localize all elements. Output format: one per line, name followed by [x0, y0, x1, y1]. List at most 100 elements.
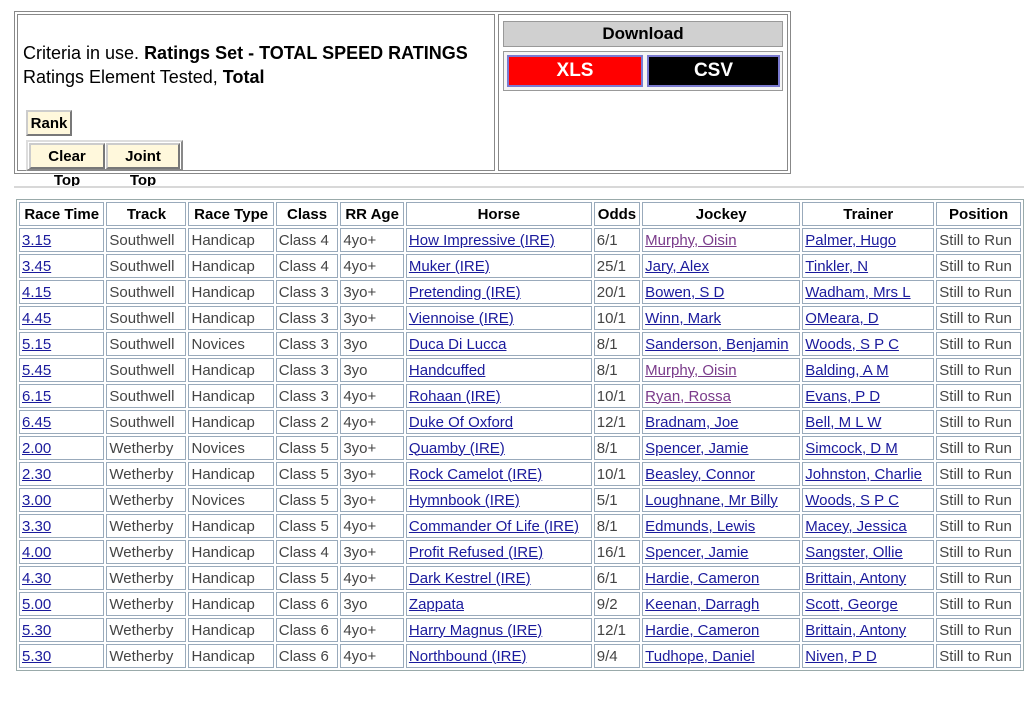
race-time-link[interactable]: 3.15	[22, 232, 51, 249]
race-time-link[interactable]: 3.45	[22, 258, 51, 275]
horse-link[interactable]: Hymnbook (IRE)	[409, 492, 520, 509]
clear-top-button[interactable]: Clear Top	[29, 143, 105, 189]
table-row: 3.00 Wetherby Novices Class 5 3yo+ Hymnbook (…	[19, 488, 1021, 512]
horse-link[interactable]: Dark Kestrel (IRE)	[409, 570, 531, 587]
jockey-link[interactable]: Murphy, Oisin	[645, 362, 736, 379]
trainer-link[interactable]: Simcock, D M	[805, 440, 898, 457]
race-time-link[interactable]: 5.00	[22, 596, 51, 613]
race-time-link[interactable]: 4.00	[22, 544, 51, 561]
header-horse[interactable]: Horse	[405, 202, 592, 226]
race-time-link[interactable]: 4.30	[22, 570, 51, 587]
trainer-cell: Brittain, Antony	[802, 566, 935, 590]
horse-link[interactable]: Quamby (IRE)	[409, 440, 505, 457]
trainer-link[interactable]: Woods, S P C	[805, 336, 899, 353]
trainer-link[interactable]: Woods, S P C	[805, 492, 899, 509]
race-time-link[interactable]: 5.30	[22, 622, 51, 639]
csv-download-button[interactable]: CSV	[647, 55, 780, 87]
trainer-link[interactable]: Tinkler, N	[805, 258, 868, 275]
horse-link[interactable]: Duca Di Lucca	[409, 336, 507, 353]
jockey-link[interactable]: Ryan, Rossa	[645, 388, 731, 405]
trainer-link[interactable]: Johnston, Charlie	[805, 466, 922, 483]
jockey-link[interactable]: Spencer, Jamie	[645, 440, 748, 457]
position-cell: Still to Run	[936, 540, 1021, 564]
jockey-link[interactable]: Loughnane, Mr Billy	[645, 492, 778, 509]
horse-link[interactable]: Viennoise (IRE)	[409, 310, 514, 327]
race-time-link[interactable]: 5.30	[22, 648, 51, 665]
trainer-link[interactable]: Palmer, Hugo	[805, 232, 896, 249]
race-time-link[interactable]: 4.15	[22, 284, 51, 301]
header-race-time[interactable]: Race Time	[19, 202, 105, 226]
race-time-link[interactable]: 3.30	[22, 518, 51, 535]
position-cell: Still to Run	[936, 254, 1021, 278]
trainer-link[interactable]: Wadham, Mrs L	[805, 284, 910, 301]
header-trainer[interactable]: Trainer	[802, 202, 935, 226]
horse-link[interactable]: Northbound (IRE)	[409, 648, 527, 665]
race-time-link[interactable]: 2.00	[22, 440, 51, 457]
trainer-link[interactable]: Brittain, Antony	[805, 622, 906, 639]
trainer-link[interactable]: Brittain, Antony	[805, 570, 906, 587]
horse-link[interactable]: How Impressive (IRE)	[409, 232, 555, 249]
horse-cell: Hymnbook (IRE)	[405, 488, 592, 512]
trainer-link[interactable]: Balding, A M	[805, 362, 888, 379]
position-cell: Still to Run	[936, 514, 1021, 538]
horse-link[interactable]: Duke Of Oxford	[409, 414, 513, 431]
joint-top-button[interactable]: Joint Top	[106, 143, 180, 189]
jockey-link[interactable]: Tudhope, Daniel	[645, 648, 755, 665]
track-cell: Wetherby	[106, 514, 187, 538]
jockey-link[interactable]: Winn, Mark	[645, 310, 721, 327]
race-time-link[interactable]: 5.45	[22, 362, 51, 379]
trainer-cell: Brittain, Antony	[802, 618, 935, 642]
horse-link[interactable]: Handcuffed	[409, 362, 485, 379]
jockey-link[interactable]: Hardie, Cameron	[645, 570, 759, 587]
trainer-link[interactable]: OMeara, D	[805, 310, 878, 327]
header-class[interactable]: Class	[275, 202, 339, 226]
header-jockey[interactable]: Jockey	[642, 202, 801, 226]
trainer-link[interactable]: Sangster, Ollie	[805, 544, 903, 561]
trainer-link[interactable]: Scott, George	[805, 596, 898, 613]
class-cell: Class 3	[275, 306, 339, 330]
rank-button[interactable]: Rank	[26, 110, 72, 136]
jockey-link[interactable]: Beasley, Connor	[645, 466, 755, 483]
jockey-link[interactable]: Hardie, Cameron	[645, 622, 759, 639]
header-rr-age[interactable]: RR Age	[340, 202, 404, 226]
race-type-cell: Handicap	[188, 358, 274, 382]
horse-link[interactable]: Zappata	[409, 596, 464, 613]
race-time-link[interactable]: 3.00	[22, 492, 51, 509]
race-time-link[interactable]: 6.15	[22, 388, 51, 405]
horse-cell: Muker (IRE)	[405, 254, 592, 278]
jockey-link[interactable]: Sanderson, Benjamin	[645, 336, 788, 353]
header-position[interactable]: Position	[936, 202, 1021, 226]
horse-link[interactable]: Harry Magnus (IRE)	[409, 622, 542, 639]
race-type-cell: Novices	[188, 436, 274, 460]
trainer-link[interactable]: Niven, P D	[805, 648, 876, 665]
horse-link[interactable]: Muker (IRE)	[409, 258, 490, 275]
header-race-type[interactable]: Race Type	[188, 202, 274, 226]
jockey-link[interactable]: Spencer, Jamie	[645, 544, 748, 561]
jockey-link[interactable]: Bradnam, Joe	[645, 414, 738, 431]
results-table: Race Time Track Race Type Class RR Age H…	[16, 199, 1024, 671]
horse-link[interactable]: Commander Of Life (IRE)	[409, 518, 579, 535]
header-odds[interactable]: Odds	[593, 202, 641, 226]
jockey-link[interactable]: Bowen, S D	[645, 284, 724, 301]
trainer-cell: Woods, S P C	[802, 332, 935, 356]
horse-link[interactable]: Profit Refused (IRE)	[409, 544, 543, 561]
header-track[interactable]: Track	[106, 202, 187, 226]
trainer-link[interactable]: Evans, P D	[805, 388, 880, 405]
race-time-link[interactable]: 6.45	[22, 414, 51, 431]
horse-link[interactable]: Rock Camelot (IRE)	[409, 466, 542, 483]
race-time-link[interactable]: 2.30	[22, 466, 51, 483]
xls-download-button[interactable]: XLS	[507, 55, 643, 87]
jockey-link[interactable]: Edmunds, Lewis	[645, 518, 755, 535]
horse-link[interactable]: Pretending (IRE)	[409, 284, 521, 301]
trainer-cell: Palmer, Hugo	[802, 228, 935, 252]
race-time-link[interactable]: 5.15	[22, 336, 51, 353]
race-time-link[interactable]: 4.45	[22, 310, 51, 327]
horse-link[interactable]: Rohaan (IRE)	[409, 388, 501, 405]
rr-age-cell: 3yo	[340, 592, 404, 616]
jockey-link[interactable]: Murphy, Oisin	[645, 232, 736, 249]
odds-cell: 10/1	[593, 462, 641, 486]
jockey-link[interactable]: Keenan, Darragh	[645, 596, 759, 613]
jockey-link[interactable]: Jary, Alex	[645, 258, 709, 275]
trainer-link[interactable]: Bell, M L W	[805, 414, 881, 431]
trainer-link[interactable]: Macey, Jessica	[805, 518, 906, 535]
